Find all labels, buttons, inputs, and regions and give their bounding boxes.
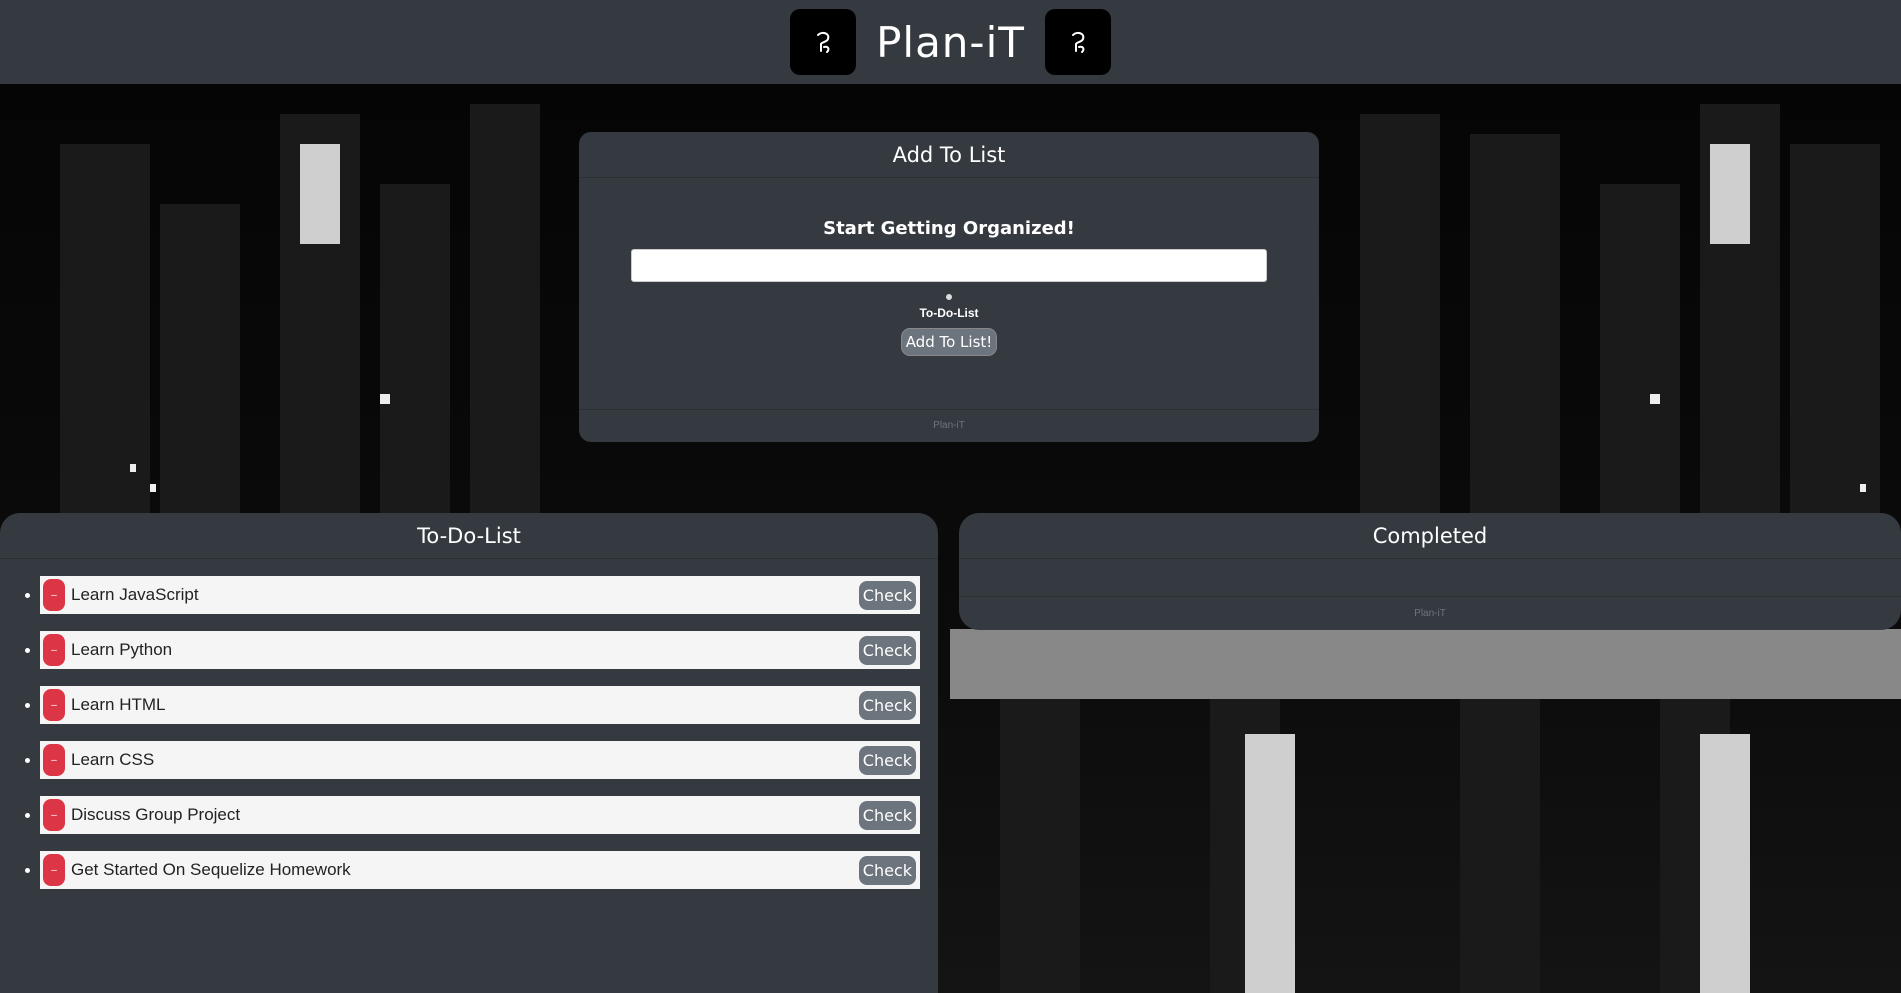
delete-button[interactable]: – [43,799,65,831]
todo-item-row: – Learn Python Check [40,631,920,669]
todo-item-row: – Discuss Group Project Check [40,796,920,834]
add-card-body: Start Getting Organized! To-Do-List Add … [579,218,1319,356]
completed-card-footer: Plan-iT [959,596,1901,631]
task-input[interactable] [631,249,1267,282]
python-style-logo-icon [1071,31,1085,53]
add-to-list-card: Add To List Start Getting Organized! To-… [579,132,1319,442]
list-item: – Learn HTML Check [25,686,920,724]
todo-card-title: To-Do-List [0,513,938,559]
add-card-title: Add To List [579,132,1319,178]
app-header: Plan-iT [0,0,1901,84]
delete-button[interactable]: – [43,744,65,776]
delete-button[interactable]: – [43,634,65,666]
todo-item-row: – Get Started On Sequelize Homework Chec… [40,851,920,889]
list-item: – Get Started On Sequelize Homework Chec… [25,851,920,889]
todo-item-row: – Learn JavaScript Check [40,576,920,614]
task-text: Learn Python [71,640,173,659]
completed-card-title: Completed [959,513,1901,559]
check-button[interactable]: Check [858,800,916,830]
todo-list-card: To-Do-List – Learn JavaScript Check – Le… [0,513,938,993]
add-card-footer: Plan-iT [579,409,1319,442]
organize-prompt: Start Getting Organized! [823,218,1075,239]
task-text: Get Started On Sequelize Homework [71,860,351,879]
todo-list: – Learn JavaScript Check – Learn Python … [0,576,938,889]
check-button[interactable]: Check [858,690,916,720]
task-text: Discuss Group Project [71,805,241,824]
python-style-logo-icon [817,31,830,53]
delete-button[interactable]: – [43,689,65,721]
check-button[interactable]: Check [858,635,916,665]
task-text: Learn CSS [71,750,155,769]
logo-left[interactable] [790,9,857,75]
delete-button[interactable]: – [43,579,65,611]
check-button[interactable]: Check [858,855,916,885]
task-text: Learn HTML [71,695,166,714]
list-option-label: To-Do-List [919,306,979,320]
todo-item-row: – Learn HTML Check [40,686,920,724]
logo-right[interactable] [1044,9,1111,75]
list-item: – Learn CSS Check [25,741,920,779]
brand-title: Plan-iT [876,17,1025,67]
delete-button[interactable]: – [43,854,65,886]
list-item: – Discuss Group Project Check [25,796,920,834]
list-item: – Learn JavaScript Check [25,576,920,614]
add-to-list-button[interactable]: Add To List! [900,328,998,356]
list-radio-option[interactable] [946,294,952,300]
check-button[interactable]: Check [858,745,916,775]
list-item: – Learn Python Check [25,631,920,669]
task-text: Learn JavaScript [71,585,199,604]
completed-card: Completed Plan-iT [959,513,1901,630]
check-button[interactable]: Check [858,580,916,610]
todo-item-row: – Learn CSS Check [40,741,920,779]
